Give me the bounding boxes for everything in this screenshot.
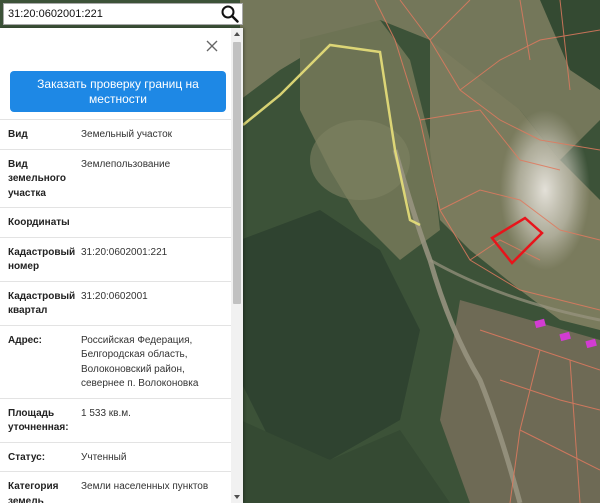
- search-input[interactable]: [4, 5, 218, 23]
- property-value: 31:20:0602001:221: [81, 246, 168, 258]
- property-value: 31:20:0602001: [81, 290, 148, 302]
- property-value: Землепользование: [81, 158, 171, 170]
- property-value: Учтенный: [81, 451, 127, 463]
- property-label: Площадь уточненная:: [8, 407, 69, 434]
- search-icon: [221, 5, 239, 23]
- property-row-type: Вид Земельный участок: [0, 119, 231, 149]
- close-button[interactable]: [205, 39, 219, 53]
- property-label: Адрес:: [8, 334, 42, 346]
- property-value: Российская Федерация, Белгородская облас…: [81, 334, 199, 390]
- property-row-address: Адрес: Российская Федерация, Белгородска…: [0, 324, 231, 398]
- property-label: Вид: [8, 129, 28, 140]
- property-label: Кадастровый квартал: [8, 290, 76, 317]
- property-label: Вид земельного участка: [8, 158, 67, 199]
- panel-content: Заказать проверку границ на местности Ви…: [0, 28, 231, 503]
- property-value: Земли населенных пунктов: [81, 481, 209, 492]
- property-value: 1 533 кв.м.: [81, 407, 131, 419]
- property-row-land-category: Категория земель Земли населенных пункто…: [0, 471, 231, 503]
- property-label: Категория земель: [8, 481, 59, 503]
- property-value: Земельный участок: [81, 129, 173, 140]
- scroll-up-button[interactable]: [231, 28, 243, 40]
- property-label: Кадастровый номер: [8, 246, 76, 273]
- panel-scrollbar[interactable]: [231, 28, 243, 503]
- scroll-down-button[interactable]: [231, 491, 243, 503]
- close-icon: [206, 40, 218, 52]
- arrow-up-icon: [234, 32, 240, 36]
- cadastral-map-app: Заказать проверку границ на местности Ви…: [0, 0, 600, 503]
- property-label: Координаты: [8, 217, 70, 228]
- search-bar: [3, 3, 243, 25]
- property-row-parcel-type: Вид земельного участка Землепользование: [0, 148, 231, 208]
- order-boundary-check-button[interactable]: Заказать проверку границ на местности: [10, 71, 226, 112]
- property-row-cadastral-number: Кадастровый номер 31:20:0602001:221: [0, 236, 231, 281]
- property-list: Вид Земельный участок Вид земельного уча…: [0, 119, 231, 503]
- property-row-coordinates[interactable]: Координаты: [0, 207, 231, 237]
- property-row-status: Статус: Учтенный: [0, 441, 231, 472]
- property-label: Статус:: [8, 451, 46, 463]
- property-row-area: Площадь уточненная: 1 533 кв.м.: [0, 397, 231, 442]
- scroll-thumb[interactable]: [233, 42, 241, 304]
- search-button[interactable]: [218, 4, 242, 24]
- parcel-info-panel: Заказать проверку границ на местности Ви…: [0, 28, 243, 503]
- arrow-down-icon: [234, 495, 240, 499]
- property-row-cadastral-quarter: Кадастровый квартал 31:20:0602001: [0, 280, 231, 325]
